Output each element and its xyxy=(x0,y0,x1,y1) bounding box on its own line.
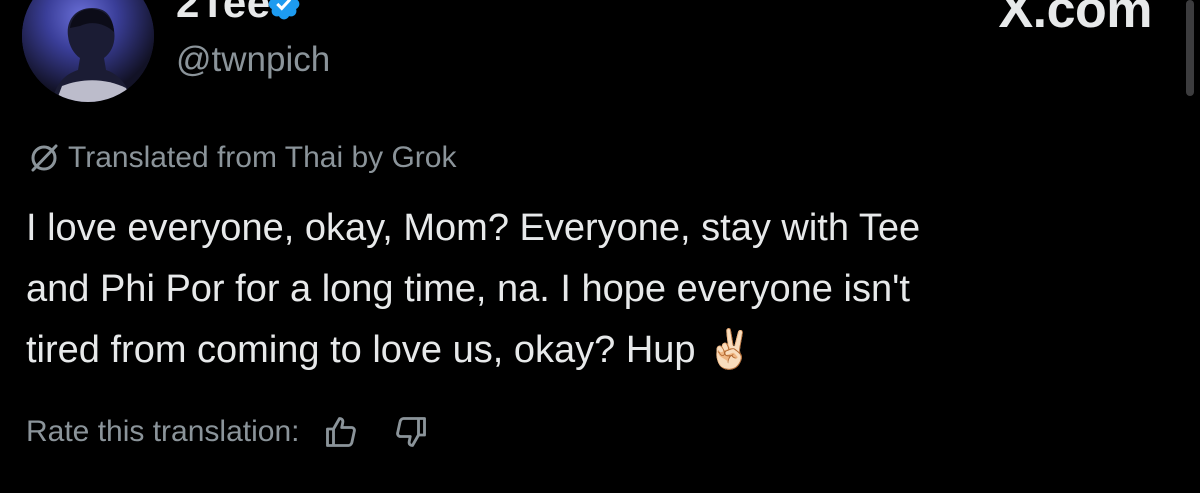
rate-translation-label: Rate this translation: xyxy=(26,415,300,448)
avatar-image xyxy=(22,0,154,102)
tweet-line: and Phi Por for a long time, na. I hope … xyxy=(26,268,910,310)
translation-notice: Translated from Thai by Grok xyxy=(26,138,456,178)
display-name[interactable]: 2Tee xyxy=(176,0,271,24)
thumbs-down-button[interactable] xyxy=(391,412,431,452)
scrollbar[interactable] xyxy=(1186,0,1194,96)
verified-badge-icon xyxy=(268,0,300,20)
rate-translation-row: Rate this translation: xyxy=(26,410,461,454)
tweet-screen: 2Tee @twnpich X.com Translated from Thai… xyxy=(0,0,1200,493)
tweet-body: I love everyone, okay, Mom? Everyone, st… xyxy=(26,198,1176,381)
brand-watermark: X.com xyxy=(998,0,1152,39)
thumbs-down-icon xyxy=(396,417,427,447)
thumbs-up-icon xyxy=(326,417,357,447)
tweet-line: I love everyone, okay, Mom? Everyone, st… xyxy=(26,207,921,249)
avatar[interactable] xyxy=(22,0,154,102)
translation-notice-text: Translated from Thai by Grok xyxy=(68,141,457,174)
thumbs-up-button[interactable] xyxy=(321,412,361,452)
tweet-line: tired from coming to love us, okay? Hup … xyxy=(26,329,754,371)
user-handle[interactable]: @twnpich xyxy=(176,42,330,77)
grok-slash-icon xyxy=(31,144,58,172)
